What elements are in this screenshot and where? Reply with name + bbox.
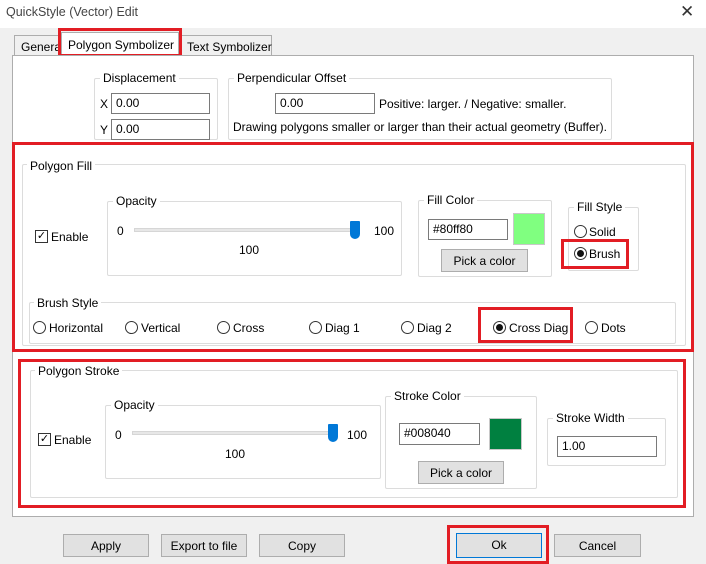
export-to-file-button[interactable]: Export to file xyxy=(161,534,247,557)
displacement-x-label: X xyxy=(100,97,109,111)
displacement-y-label: Y xyxy=(100,123,109,137)
close-icon[interactable]: ✕ xyxy=(680,2,694,22)
tab-general[interactable]: General xyxy=(14,35,64,57)
polygon-fill-highlight-box xyxy=(12,142,694,352)
cancel-button[interactable]: Cancel xyxy=(554,534,641,557)
displacement-x-input[interactable]: 0.00 xyxy=(111,93,210,114)
polygon-stroke-highlight-box xyxy=(18,359,686,508)
displacement-title: Displacement xyxy=(100,71,179,85)
copy-button[interactable]: Copy xyxy=(259,534,345,557)
perpendicular-offset-input[interactable]: 0.00 xyxy=(275,93,375,114)
displacement-y-input[interactable]: 0.00 xyxy=(111,119,210,140)
perpendicular-offset-title: Perpendicular Offset xyxy=(234,71,350,85)
perpendicular-offset-description: Drawing polygons smaller or larger than … xyxy=(233,120,607,134)
ok-highlight-box xyxy=(447,525,549,564)
apply-button[interactable]: Apply xyxy=(63,534,149,557)
tab-text-symbolizer[interactable]: Text Symbolizer xyxy=(180,35,272,57)
perpendicular-offset-hint: Positive: larger. / Negative: smaller. xyxy=(379,97,567,111)
tab-highlight-box xyxy=(58,28,182,57)
window-title: QuickStyle (Vector) Edit xyxy=(6,5,138,19)
